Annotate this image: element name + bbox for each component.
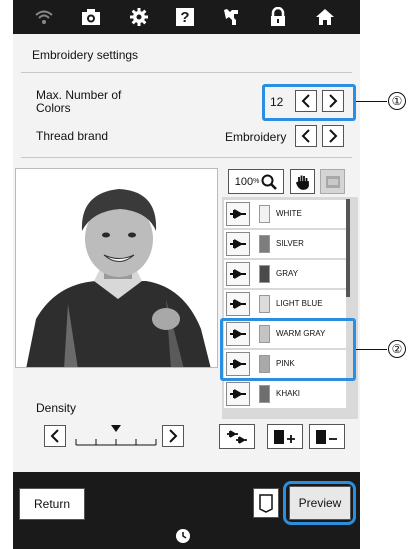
callout-number-1: ① [388, 92, 406, 110]
callout-leader-1 [356, 101, 387, 102]
thread-row[interactable]: GRAY [224, 260, 346, 288]
thread-color-swatch [259, 265, 270, 283]
remove-color-button[interactable] [309, 424, 345, 449]
merge-thread-button[interactable] [219, 424, 255, 449]
thread-name: LIGHT BLUE [276, 299, 323, 308]
zoom-unit: % [253, 178, 260, 185]
camera-icon[interactable] [79, 5, 103, 29]
magnifier-icon [261, 174, 278, 190]
lock-icon[interactable] [266, 5, 290, 29]
thread-row[interactable]: WHITE [224, 200, 346, 228]
max-colors-label: Max. Number of Colors [36, 88, 122, 115]
callout-leader-2 [356, 349, 387, 350]
density-scale[interactable] [73, 425, 159, 447]
merge-thread-icon [227, 429, 247, 444]
density-label: Density [36, 401, 77, 415]
page-title: Embroidery settings [32, 48, 139, 62]
thread-name: GRAY [276, 269, 299, 278]
needle-thread-icon[interactable] [226, 202, 250, 226]
chevron-right-icon [329, 129, 338, 143]
density-decrease-button[interactable] [44, 425, 66, 447]
thread-list[interactable]: WHITE SILVER GRAY LIGHT BLUE WARM GRAY P… [222, 197, 358, 419]
thread-row[interactable]: LIGHT BLUE [224, 290, 346, 318]
thread-row[interactable]: SILVER [224, 230, 346, 258]
sewing-machine-icon[interactable] [219, 5, 243, 29]
hoop-icon [259, 494, 273, 513]
help-icon[interactable]: ? [173, 5, 197, 29]
return-button[interactable]: Return [19, 488, 85, 520]
wifi-icon [32, 5, 56, 29]
density-increase-button[interactable] [162, 425, 184, 447]
hoop-button[interactable] [253, 488, 279, 518]
thread-brand-label: Thread brand [36, 129, 109, 143]
thread-brand-value: Embroidery [225, 130, 287, 144]
needle-thread-icon[interactable] [226, 382, 250, 406]
callout-box-2 [220, 318, 356, 381]
thread-name: WHITE [276, 209, 302, 218]
add-color-button[interactable] [267, 424, 303, 449]
image-adjust-icon [325, 175, 340, 188]
chevron-left-icon [301, 129, 310, 143]
divider [21, 157, 352, 158]
needle-thread-icon[interactable] [226, 232, 250, 256]
photo-preview [15, 168, 218, 368]
thread-brand-next-button[interactable] [322, 125, 344, 147]
thread-color-swatch [259, 205, 270, 223]
thread-name: SILVER [276, 239, 304, 248]
callout-number-2: ② [388, 340, 406, 358]
add-color-icon [274, 429, 295, 444]
thread-color-swatch [259, 235, 270, 253]
image-adjust-button[interactable] [320, 169, 345, 194]
clock-icon [176, 529, 190, 543]
home-icon[interactable] [313, 5, 337, 29]
zoom-value: 100 [234, 175, 254, 188]
child-photo-image [26, 189, 211, 367]
zoom-button[interactable]: 100 % [228, 169, 284, 194]
thread-color-swatch [259, 385, 270, 403]
divider [21, 72, 352, 73]
preview-button[interactable]: Preview [289, 486, 351, 520]
needle-thread-icon[interactable] [226, 262, 250, 286]
hand-icon [295, 175, 309, 190]
thread-row[interactable]: KHAKI [224, 380, 346, 408]
top-toolbar: ? [13, 0, 360, 34]
thread-color-swatch [259, 295, 270, 313]
hand-tool-button[interactable] [290, 169, 315, 194]
thread-name: KHAKI [276, 389, 301, 398]
chevron-right-icon [169, 429, 178, 443]
density-pointer [111, 425, 121, 432]
thread-brand-prev-button[interactable] [295, 125, 317, 147]
chevron-left-icon [50, 429, 59, 443]
gear-icon[interactable] [127, 5, 151, 29]
remove-color-icon [316, 429, 337, 444]
help-glyph: ? [176, 8, 194, 26]
needle-thread-icon[interactable] [226, 292, 250, 316]
thread-list-scrollbar[interactable] [346, 199, 350, 297]
callout-box-1 [262, 84, 356, 121]
